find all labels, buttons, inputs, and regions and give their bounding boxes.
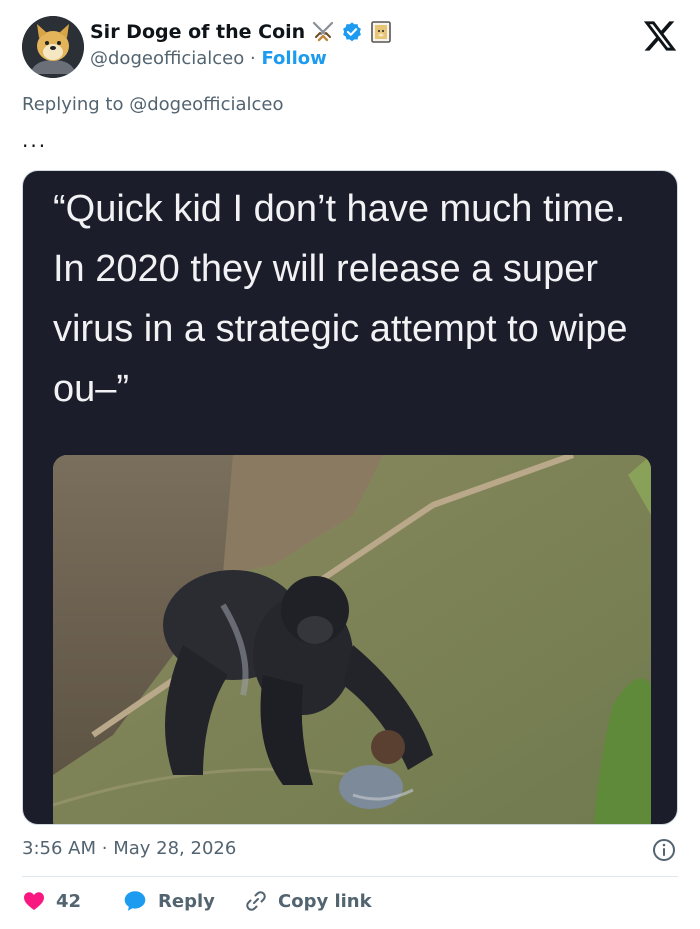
like-count: 42 [56,890,82,912]
author-handle-row: @dogeofficialceo · Follow [90,48,327,69]
more-ellipsis[interactable]: ... [22,128,47,152]
link-icon [246,891,266,911]
x-logo-icon[interactable] [642,18,678,54]
tweet-media-card[interactable]: “Quick kid I don’t have much time. In 20… [22,170,678,825]
info-icon[interactable] [652,838,676,862]
author-name-row: Sir Doge of the Coin [90,20,393,44]
verified-badge-icon [343,22,362,42]
author-avatar[interactable] [22,16,84,78]
replying-prefix: Replying to [22,94,124,115]
replying-to-line: Replying to @dogeofficialceo [22,94,283,115]
tweet-timestamp[interactable]: 3:56 AM · May 28, 2026 [22,838,236,859]
crossed-swords-icon [313,21,334,42]
follow-button[interactable]: Follow [261,48,326,69]
framed-doge-icon [371,21,392,43]
meme-quote-text: “Quick kid I don’t have much time. In 20… [53,188,628,410]
copy-link-button[interactable]: Copy link [244,889,372,913]
reply-button[interactable]: Reply [122,888,244,914]
gorilla-photo-illustration [53,455,651,824]
author-display-name[interactable]: Sir Doge of the Coin [90,21,305,43]
doge-avatar-icon [22,16,84,78]
tweet-date: May 28, 2026 [113,838,237,859]
like-button[interactable]: 42 [22,889,122,913]
footer-divider [22,876,678,877]
reply-bubble-icon [124,891,146,911]
timestamp-separator: · [101,838,108,859]
tweet-time: 3:56 AM [22,838,96,859]
replying-handle-link[interactable]: @dogeofficialceo [129,94,283,115]
tweet-actions: 42 Reply Copy link [22,886,372,916]
heart-icon [24,892,44,910]
author-handle[interactable]: @dogeofficialceo [90,48,244,69]
handle-separator: · [250,48,256,69]
gorilla-with-child-photo [53,455,651,824]
copy-link-label: Copy link [278,890,372,912]
reply-label: Reply [158,890,215,912]
tweet-header: Sir Doge of the Coin @dogeofficialceo · … [22,16,682,80]
